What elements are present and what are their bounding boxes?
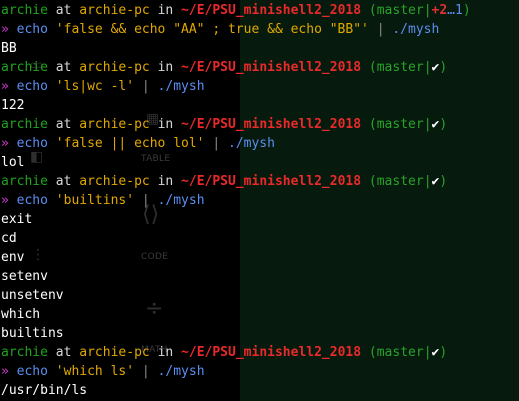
git-close-paren: ) xyxy=(439,174,448,189)
prompt-line: archie at archie-pc in ~/E/PSU_minishell… xyxy=(1,115,519,134)
prompt-path: ~/E/PSU_minishell2_2018 xyxy=(181,174,362,189)
git-branch: master xyxy=(376,3,424,18)
prompt-at: at xyxy=(55,345,72,360)
git-open-paren: ( xyxy=(368,117,377,132)
prompt-user: archie xyxy=(1,174,48,189)
git-close-paren: ) xyxy=(439,60,448,75)
git-branch: master xyxy=(376,174,424,189)
git-separator: | xyxy=(423,60,432,75)
prompt-arrow-icon: » xyxy=(1,22,9,37)
command-argument: 'false && echo "AA" ; true && echo "BB"' xyxy=(55,22,369,37)
git-close-paren: ) xyxy=(439,117,448,132)
command-argument: 'builtins' xyxy=(55,193,135,208)
output-line: BB xyxy=(1,41,17,56)
git-open-paren: ( xyxy=(368,3,377,18)
prompt-host: archie-pc xyxy=(79,3,150,18)
git-open-paren: ( xyxy=(368,345,377,360)
git-separator: | xyxy=(423,174,432,189)
output-line: setenv xyxy=(1,269,48,284)
prompt-arrow-icon: » xyxy=(1,193,9,208)
terminal-window[interactable]: ▭ ▦ TABLE ◧ ⟨⟩ CODE ⋮ ÷ MATH archie at a… xyxy=(0,0,519,401)
command-pipe: | xyxy=(212,136,221,151)
prompt-arrow-icon: » xyxy=(1,364,9,379)
git-separator: | xyxy=(423,117,432,132)
prompt-at: at xyxy=(55,174,72,189)
git-staged-count: +2 xyxy=(431,3,448,18)
git-separator: | xyxy=(423,3,432,18)
prompt-line: archie at archie-pc in ~/E/PSU_minishell… xyxy=(1,343,519,362)
prompt-line: archie at archie-pc in ~/E/PSU_minishell… xyxy=(1,172,519,191)
prompt-host: archie-pc xyxy=(79,345,150,360)
prompt-user: archie xyxy=(1,60,48,75)
command-name: echo xyxy=(16,79,48,94)
command-argument: 'ls|wc -l' xyxy=(55,79,135,94)
output-line: which xyxy=(1,307,41,322)
prompt-at: at xyxy=(55,60,72,75)
command-program: ./mysh xyxy=(157,364,205,379)
prompt-host: archie-pc xyxy=(79,117,150,132)
output-line: cd xyxy=(1,231,17,246)
output-line: /usr/bin/ls xyxy=(1,383,88,398)
command-pipe: | xyxy=(141,364,150,379)
git-branch: master xyxy=(376,117,424,132)
output-line: unsetenv xyxy=(1,288,64,303)
git-branch: master xyxy=(376,345,424,360)
prompt-user: archie xyxy=(1,117,48,132)
command-program: ./mysh xyxy=(392,22,440,37)
prompt-arrow-icon: » xyxy=(1,79,9,94)
command-program: ./mysh xyxy=(157,193,205,208)
command-program: ./mysh xyxy=(228,136,275,151)
prompt-in: in xyxy=(157,117,174,132)
prompt-at: at xyxy=(55,117,72,132)
prompt-in: in xyxy=(157,3,174,18)
prompt-line: archie at archie-pc in ~/E/PSU_minishell… xyxy=(1,58,519,77)
prompt-user: archie xyxy=(1,3,48,18)
command-line[interactable]: » echo 'ls|wc -l' | ./mysh xyxy=(1,77,519,96)
prompt-in: in xyxy=(157,174,174,189)
output-line: builtins xyxy=(1,326,64,341)
prompt-path: ~/E/PSU_minishell2_2018 xyxy=(181,3,362,18)
git-untracked-count: …1 xyxy=(447,3,463,18)
prompt-path: ~/E/PSU_minishell2_2018 xyxy=(181,345,362,360)
command-name: echo xyxy=(16,364,48,379)
prompt-in: in xyxy=(157,60,174,75)
command-argument: 'which ls' xyxy=(55,364,135,379)
command-line[interactable]: » echo 'which ls' | ./mysh xyxy=(1,362,519,381)
output-line: env xyxy=(1,250,25,265)
git-close-paren: ) xyxy=(439,345,448,360)
prompt-host: archie-pc xyxy=(79,174,150,189)
command-name: echo xyxy=(16,22,48,37)
prompt-path: ~/E/PSU_minishell2_2018 xyxy=(181,60,362,75)
git-open-paren: ( xyxy=(368,174,377,189)
prompt-path: ~/E/PSU_minishell2_2018 xyxy=(181,117,362,132)
command-argument: 'false || echo lol' xyxy=(55,136,205,151)
output-line: lol xyxy=(1,155,25,170)
command-name: echo xyxy=(16,193,48,208)
command-line[interactable]: » echo 'false && echo "AA" ; true && ech… xyxy=(1,20,519,39)
command-pipe: | xyxy=(141,193,150,208)
command-name: echo xyxy=(16,136,48,151)
command-pipe: | xyxy=(376,22,385,37)
git-branch: master xyxy=(376,60,424,75)
prompt-arrow-icon: » xyxy=(1,136,9,151)
git-open-paren: ( xyxy=(368,60,377,75)
command-line[interactable]: » echo 'builtins' | ./mysh xyxy=(1,191,519,210)
git-close-paren: ) xyxy=(462,3,471,18)
output-line: exit xyxy=(1,212,33,227)
command-pipe: | xyxy=(141,79,150,94)
prompt-user: archie xyxy=(1,345,48,360)
output-line: 122 xyxy=(1,98,25,113)
command-program: ./mysh xyxy=(157,79,205,94)
prompt-in: in xyxy=(157,345,174,360)
terminal-output: archie at archie-pc in ~/E/PSU_minishell… xyxy=(1,1,519,400)
command-line[interactable]: » echo 'false || echo lol' | ./mysh xyxy=(1,134,519,153)
prompt-host: archie-pc xyxy=(79,60,150,75)
prompt-at: at xyxy=(55,3,72,18)
prompt-line: archie at archie-pc in ~/E/PSU_minishell… xyxy=(1,1,519,20)
git-separator: | xyxy=(423,345,432,360)
